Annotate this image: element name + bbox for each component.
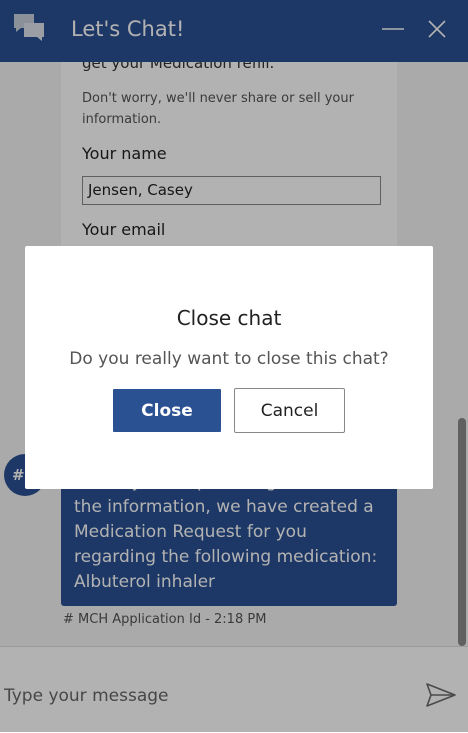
- confirm-close-button[interactable]: Close: [113, 389, 221, 432]
- dialog-message: Do you really want to close this chat?: [69, 349, 389, 369]
- cancel-button[interactable]: Cancel: [234, 388, 345, 433]
- dialog-title: Close chat: [176, 306, 282, 330]
- close-chat-dialog: Close chat Do you really want to close t…: [25, 246, 433, 489]
